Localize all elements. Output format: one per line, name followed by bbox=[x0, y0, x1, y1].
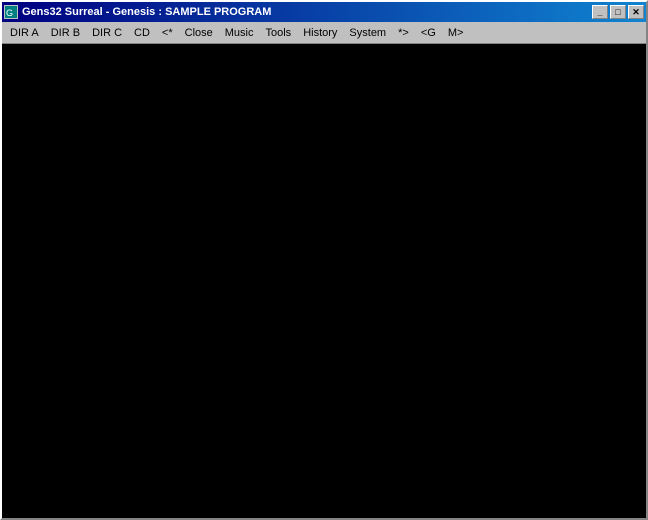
content-area bbox=[2, 44, 646, 518]
menu-item-close[interactable]: Close bbox=[179, 25, 219, 41]
menu-bar: DIR ADIR BDIR CCD<*CloseMusicToolsHistor… bbox=[2, 22, 646, 44]
menu-item-system[interactable]: System bbox=[343, 25, 392, 41]
title-buttons: _ □ ✕ bbox=[592, 5, 644, 19]
menu-item-nav-forward[interactable]: *> bbox=[392, 25, 415, 41]
minimize-button[interactable]: _ bbox=[592, 5, 608, 19]
menu-item-nav-back[interactable]: <* bbox=[156, 25, 179, 41]
menu-item-dir-a[interactable]: DIR A bbox=[4, 25, 45, 41]
close-button[interactable]: ✕ bbox=[628, 5, 644, 19]
svg-text:G: G bbox=[6, 8, 13, 18]
menu-item-dir-c[interactable]: DIR C bbox=[86, 25, 128, 41]
menu-item-tools[interactable]: Tools bbox=[260, 25, 298, 41]
menu-item-g-shortcut[interactable]: <G bbox=[415, 25, 442, 41]
menu-item-music[interactable]: Music bbox=[219, 25, 260, 41]
menu-item-m-shortcut[interactable]: M> bbox=[442, 25, 470, 41]
menu-item-history[interactable]: History bbox=[297, 25, 343, 41]
menu-item-cd[interactable]: CD bbox=[128, 25, 156, 41]
title-bar-left: G Gens32 Surreal - Genesis : SAMPLE PROG… bbox=[4, 5, 271, 19]
maximize-button[interactable]: □ bbox=[610, 5, 626, 19]
window-title: Gens32 Surreal - Genesis : SAMPLE PROGRA… bbox=[22, 6, 271, 18]
menu-item-dir-b[interactable]: DIR B bbox=[45, 25, 86, 41]
title-bar: G Gens32 Surreal - Genesis : SAMPLE PROG… bbox=[2, 2, 646, 22]
app-icon: G bbox=[4, 5, 18, 19]
main-window: G Gens32 Surreal - Genesis : SAMPLE PROG… bbox=[0, 0, 648, 520]
